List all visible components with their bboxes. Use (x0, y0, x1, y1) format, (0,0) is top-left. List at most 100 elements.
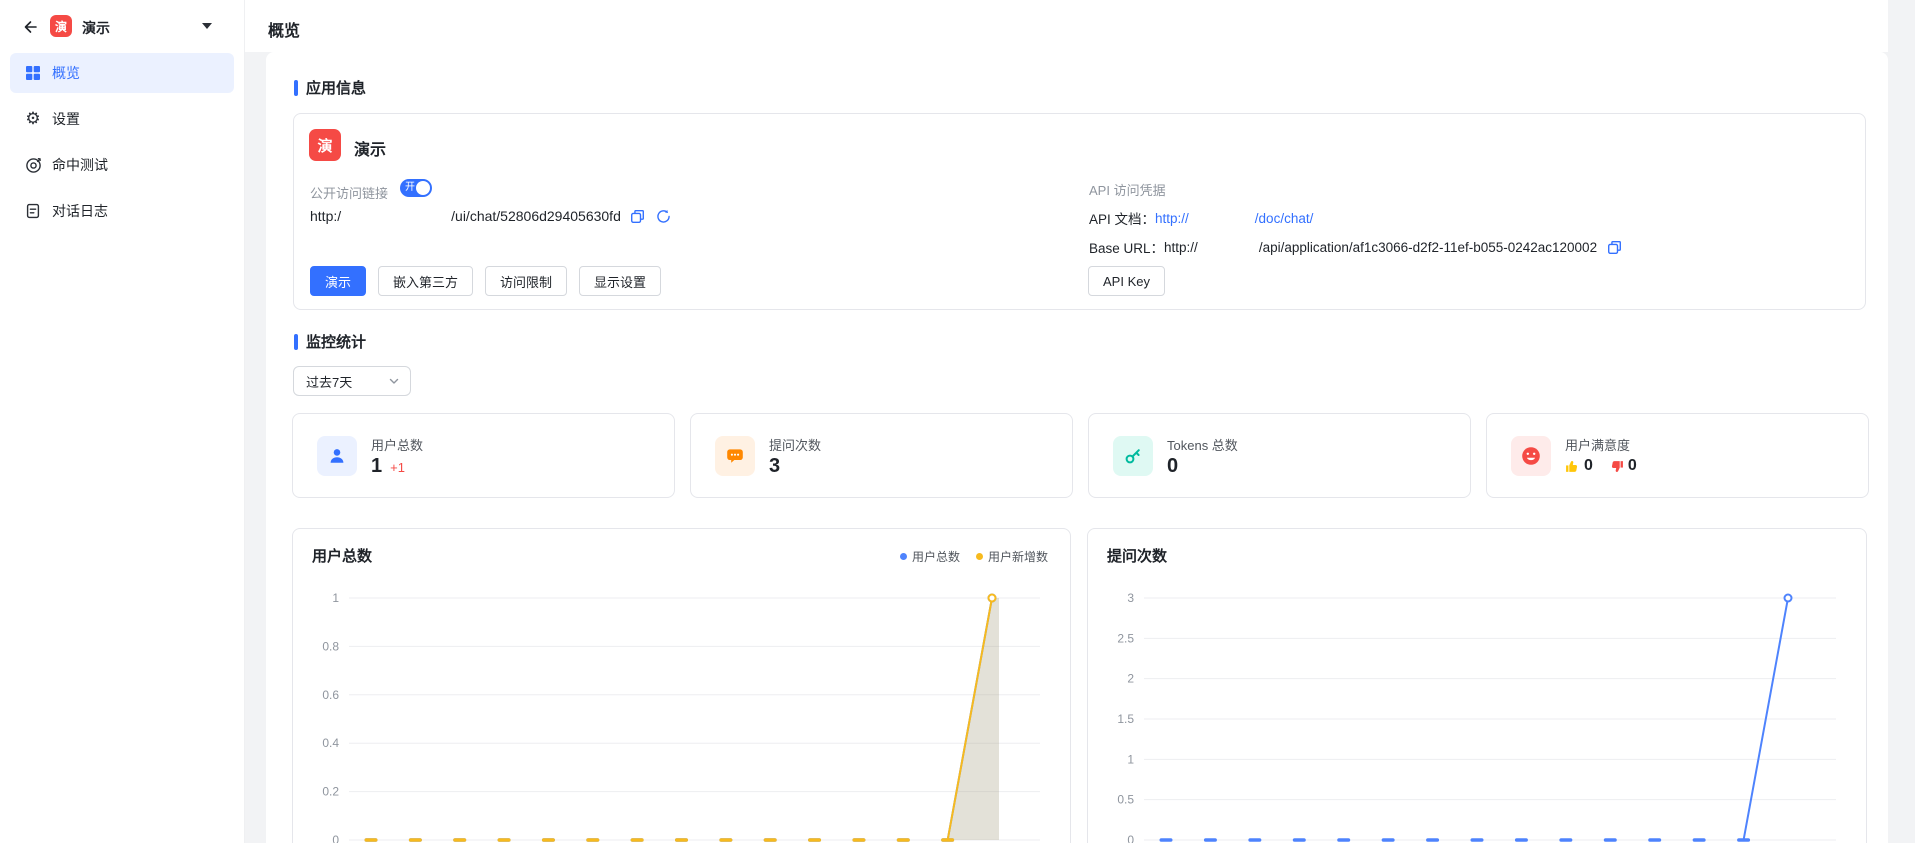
toggle-on-label: 开 (405, 182, 415, 194)
document-icon (24, 202, 42, 220)
chat-bubble-icon (715, 436, 755, 476)
url-prefix: http:/ (310, 208, 341, 224)
section-accent-bar (294, 334, 298, 350)
embed-third-party-button[interactable]: 嵌入第三方 (378, 266, 473, 296)
stat-card-questions: 提问次数 3 (690, 413, 1073, 498)
app-switcher-title[interactable]: 演示 (82, 18, 110, 38)
sidebar-item-settings[interactable]: ⚙ 设置 (10, 99, 234, 139)
display-settings-button[interactable]: 显示设置 (579, 266, 661, 296)
access-restriction-button[interactable]: 访问限制 (485, 266, 567, 296)
api-credentials-label: API 访问凭据 (1089, 180, 1623, 199)
stat-label: 用户总数 (371, 435, 423, 454)
svg-text:0: 0 (1127, 833, 1134, 843)
app-avatar-char: 演 (317, 135, 332, 156)
base-url-prefix: http:// (1164, 240, 1198, 255)
content-area: 应用信息 演 演示 公开访问链接 开 http:/ /ui/chat/52806… (244, 52, 1915, 843)
api-credentials-block: API 访问凭据 API 文档： http:// /doc/chat/ Base… (1089, 180, 1623, 257)
public-link-toggle[interactable]: 开 (400, 179, 432, 197)
thumbs-up-count: 0 (1584, 457, 1593, 475)
base-url-label: Base URL： (1089, 237, 1164, 257)
sidebar-item-label: 对话日志 (52, 201, 108, 221)
toggle-knob (416, 181, 430, 195)
sidebar-item-overview[interactable]: 概览 (10, 53, 234, 93)
questions-chart-card: 提问次数 32.521.510.50 (1087, 528, 1867, 843)
svg-text:1: 1 (1127, 752, 1134, 766)
svg-text:2.5: 2.5 (1117, 631, 1134, 645)
stat-label: Tokens 总数 (1167, 435, 1238, 454)
stat-card-users: 用户总数 1 +1 (292, 413, 675, 498)
api-key-button[interactable]: API Key (1088, 266, 1165, 296)
svg-text:1.5: 1.5 (1117, 712, 1134, 726)
base-url-path: /api/application/af1c3066-d2f2-11ef-b055… (1259, 240, 1597, 255)
stat-number: 3 (769, 455, 780, 478)
api-doc-link-path[interactable]: /doc/chat/ (1255, 211, 1314, 226)
key-icon (1113, 436, 1153, 476)
stat-label: 提问次数 (769, 435, 821, 454)
app-avatar-large: 演 (309, 129, 341, 161)
satisfaction-values: 0 0 (1565, 457, 1637, 475)
questions-line-chart: 3 2.5 2 1.5 1 0.5 0 (1088, 529, 1866, 843)
sidebar-item-hit-test[interactable]: 命中测试 (10, 145, 234, 185)
svg-text:0.2: 0.2 (322, 785, 339, 799)
topbar: 概览 (244, 0, 1888, 52)
gear-icon: ⚙ (24, 110, 42, 128)
stat-delta: +1 (390, 460, 405, 475)
svg-text:0: 0 (332, 833, 339, 843)
sidebar-header: 演 演示 (0, 0, 244, 52)
copy-icon[interactable] (1605, 238, 1623, 256)
svg-text:2: 2 (1127, 672, 1134, 686)
sidebar-item-label: 命中测试 (52, 155, 108, 175)
chevron-down-icon (388, 375, 400, 387)
app-info-card: 演 演示 公开访问链接 开 http:/ /ui/chat/52806d2940… (293, 113, 1866, 310)
thumbs-up-icon (1565, 459, 1580, 474)
url-path: /ui/chat/52806d29405630fd (451, 208, 621, 224)
stat-value: 1 +1 (371, 455, 405, 478)
app-actions: 演示 嵌入第三方 访问限制 显示设置 (310, 266, 661, 296)
stat-card-tokens: Tokens 总数 0 (1088, 413, 1471, 498)
svg-text:1: 1 (332, 591, 339, 605)
content-panel: 应用信息 演 演示 公开访问链接 开 http:/ /ui/chat/52806… (266, 52, 1888, 843)
app-avatar: 演 (50, 15, 72, 37)
base-url-row: Base URL： http:// /api/application/af1c3… (1089, 237, 1623, 257)
section-title: 应用信息 (306, 77, 366, 98)
grid-icon (24, 64, 42, 82)
target-icon (24, 156, 42, 174)
user-icon (317, 436, 357, 476)
stat-number: 0 (1167, 455, 1178, 478)
svg-text:3: 3 (1127, 591, 1134, 605)
smiley-icon (1511, 436, 1551, 476)
svg-text:0.4: 0.4 (322, 736, 339, 750)
back-arrow-icon[interactable] (18, 16, 40, 38)
public-link-label: 公开访问链接 (310, 183, 388, 202)
svg-text:0.8: 0.8 (322, 639, 339, 653)
app-avatar-char: 演 (55, 18, 67, 35)
section-monitor: 监控统计 (294, 331, 366, 352)
stat-card-satisfaction: 用户满意度 0 0 (1486, 413, 1869, 498)
time-range-value: 过去7天 (306, 372, 352, 391)
stat-value: 0 (1167, 455, 1178, 478)
users-line-chart: 1 0.8 0.6 0.4 0.2 0 (293, 529, 1070, 843)
api-doc-row: API 文档： http:// /doc/chat/ (1089, 208, 1623, 228)
refresh-icon[interactable] (655, 207, 673, 225)
svg-text:0.6: 0.6 (322, 688, 339, 702)
thumbs-down-icon (1609, 459, 1624, 474)
public-url-row: http:/ /ui/chat/52806d29405630fd (310, 207, 673, 225)
copy-icon[interactable] (629, 207, 647, 225)
api-doc-link-prefix[interactable]: http:// (1155, 211, 1189, 226)
thumbs-down-count: 0 (1628, 457, 1637, 475)
section-title: 监控统计 (306, 331, 366, 352)
sidebar-item-chat-log[interactable]: 对话日志 (10, 191, 234, 231)
svg-text:0.5: 0.5 (1117, 793, 1134, 807)
sidebar-item-label: 概览 (52, 63, 80, 83)
demo-button[interactable]: 演示 (310, 266, 366, 296)
section-app-info: 应用信息 (294, 77, 366, 98)
users-chart-card: 用户总数 用户总数 用户新增数 10.80.60.40.20 (292, 528, 1071, 843)
stat-label: 用户满意度 (1565, 435, 1630, 454)
page-title: 概览 (268, 17, 300, 41)
chevron-down-icon[interactable] (202, 23, 212, 29)
time-range-select[interactable]: 过去7天 (293, 366, 411, 396)
app-name: 演示 (354, 136, 386, 160)
sidebar-item-label: 设置 (52, 109, 80, 129)
api-doc-label: API 文档： (1089, 208, 1155, 228)
sidebar: 演 演示 概览 ⚙ 设置 命中测试 对话日志 (0, 0, 245, 843)
